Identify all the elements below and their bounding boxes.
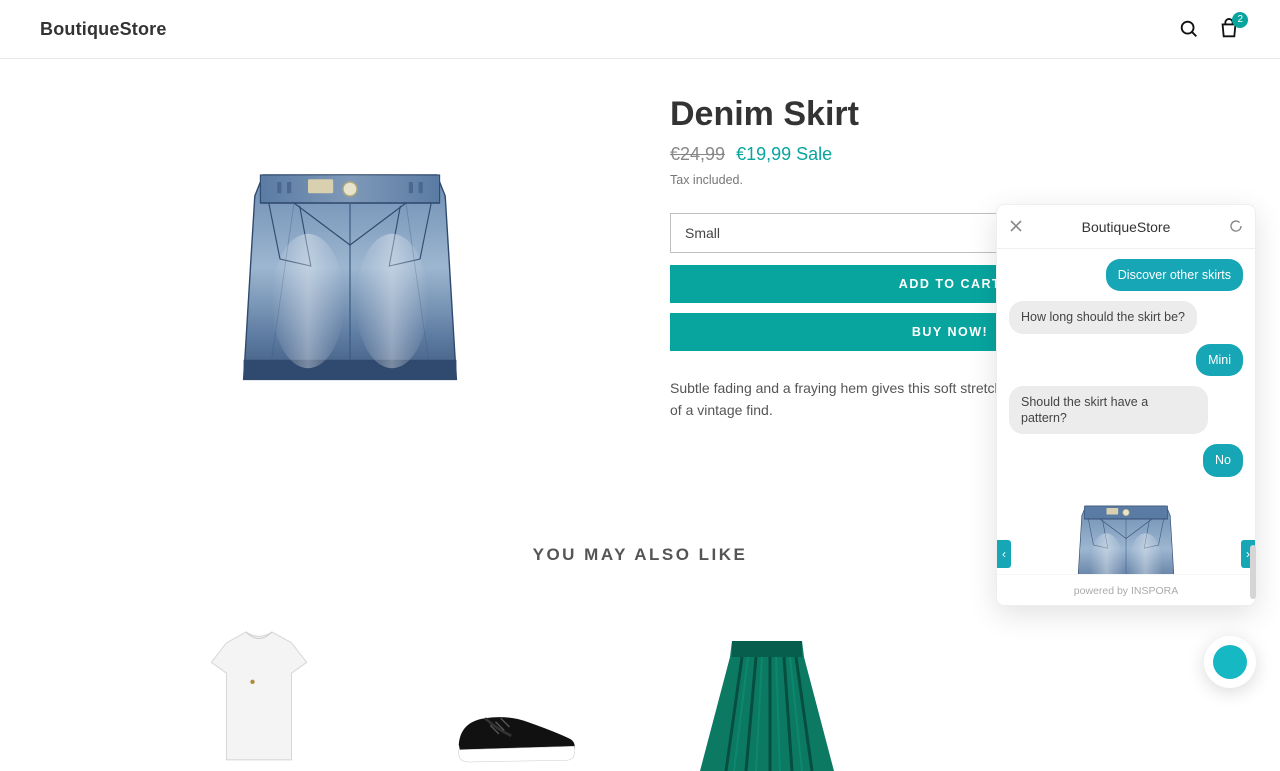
related-products <box>0 601 1280 771</box>
related-item-green-skirt[interactable] <box>657 601 877 771</box>
chat-msg-user-3[interactable]: No <box>1203 444 1243 476</box>
site-header: BoutiqueStore 2 <box>0 0 1280 59</box>
chat-header: BoutiqueStore <box>997 205 1255 249</box>
chat-product-preview: ‹ › <box>1009 493 1243 575</box>
chat-msg-user-2[interactable]: Mini <box>1196 344 1243 376</box>
chat-launcher-icon <box>1213 645 1247 679</box>
header-actions: 2 <box>1178 18 1240 40</box>
sale-label: Sale <box>796 144 832 164</box>
product-title: Denim Skirt <box>670 95 1230 134</box>
size-selected-value: Small <box>685 225 720 241</box>
related-item-placeholder[interactable] <box>911 601 1131 771</box>
chat-launcher-button[interactable] <box>1204 636 1256 688</box>
search-icon[interactable] <box>1178 18 1200 40</box>
chat-prev-arrow[interactable]: ‹ <box>997 540 1011 568</box>
denim-skirt-image <box>210 147 490 413</box>
cart-count-badge: 2 <box>1232 12 1248 28</box>
chat-msg-user-1[interactable]: Discover other skirts <box>1106 259 1243 291</box>
price-row: €24,99 €19,99 Sale <box>670 144 1230 165</box>
chat-body: Discover other skirts How long should th… <box>997 249 1255 574</box>
chat-widget: BoutiqueStore Discover other skirts How … <box>996 204 1256 606</box>
related-item-shoe[interactable] <box>403 601 623 771</box>
chat-title: BoutiqueStore <box>1082 219 1171 235</box>
price-original: €24,99 <box>670 144 725 164</box>
tax-note: Tax included. <box>670 173 1230 187</box>
chat-refresh-icon[interactable] <box>1229 219 1243 233</box>
brand-logo[interactable]: BoutiqueStore <box>40 19 167 40</box>
chat-msg-bot-2: Should the skirt have a pattern? <box>1009 386 1208 435</box>
related-item-tshirt[interactable] <box>149 601 369 771</box>
chat-powered-by: powered by INSPORA <box>997 574 1255 605</box>
chat-preview-image[interactable] <box>1061 493 1191 575</box>
cart-icon[interactable]: 2 <box>1218 18 1240 40</box>
product-main-image <box>70 95 630 465</box>
chat-msg-bot-1: How long should the skirt be? <box>1009 301 1197 333</box>
chat-scrollbar[interactable] <box>1250 545 1256 599</box>
price-sale: €19,99 <box>736 144 791 164</box>
chat-close-icon[interactable] <box>1009 219 1023 233</box>
